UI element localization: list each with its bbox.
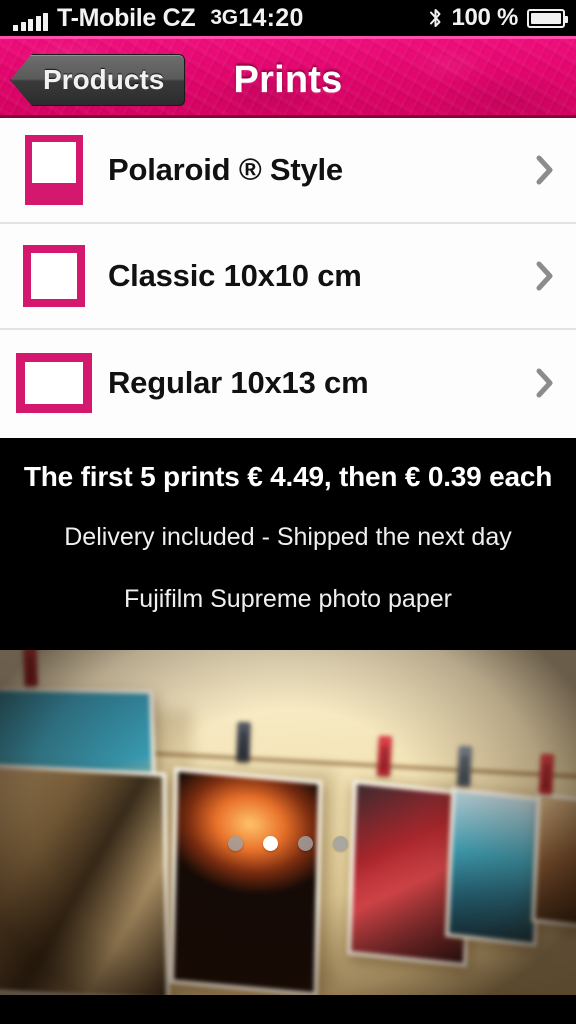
page-dot-4[interactable] <box>333 836 348 851</box>
product-list: Polaroid ® Style Classic 10x10 cm Regula… <box>0 118 576 438</box>
bottom-bar <box>0 995 576 1024</box>
pricing-info-panel: The first 5 prints € 4.49, then € 0.39 e… <box>0 438 576 650</box>
list-item-label: Classic 10x10 cm <box>108 258 362 293</box>
paper-note: Fujifilm Supreme photo paper <box>124 585 452 613</box>
photo-carousel[interactable] <box>0 650 576 995</box>
page-dot-2[interactable] <box>263 836 278 851</box>
status-bar: T-Mobile CZ 3G 14:20 100 % <box>0 0 576 36</box>
bluetooth-icon <box>429 7 442 29</box>
wide-frame-icon <box>0 353 108 413</box>
list-item-regular-10x13[interactable]: Regular 10x13 cm <box>0 330 576 436</box>
battery-full-icon <box>527 8 568 28</box>
carousel-photo-content <box>0 650 576 995</box>
pricing-headline: The first 5 prints € 4.49, then € 0.39 e… <box>23 461 553 492</box>
chevron-right-icon <box>514 367 576 399</box>
square-frame-icon <box>0 245 108 307</box>
delivery-note: Delivery included - Shipped the next day <box>64 523 512 551</box>
carousel-page-dots[interactable] <box>0 836 576 851</box>
list-item-polaroid-style[interactable]: Polaroid ® Style <box>0 118 576 224</box>
navigation-bar: Products Prints <box>0 36 576 118</box>
list-item-label: Polaroid ® Style <box>108 152 343 187</box>
battery-percent-label: 100 % <box>451 4 518 31</box>
list-item-classic-10x10[interactable]: Classic 10x10 cm <box>0 224 576 330</box>
polaroid-frame-icon <box>0 135 108 205</box>
app-screen: T-Mobile CZ 3G 14:20 100 % Products Prin… <box>0 0 576 1024</box>
page-title: Prints <box>233 58 343 101</box>
page-dot-1[interactable] <box>228 836 243 851</box>
chevron-right-icon <box>514 154 576 186</box>
chevron-right-icon <box>514 260 576 292</box>
list-item-label: Regular 10x13 cm <box>108 365 369 400</box>
page-dot-3[interactable] <box>298 836 313 851</box>
status-bar-right: 100 % <box>429 0 568 36</box>
